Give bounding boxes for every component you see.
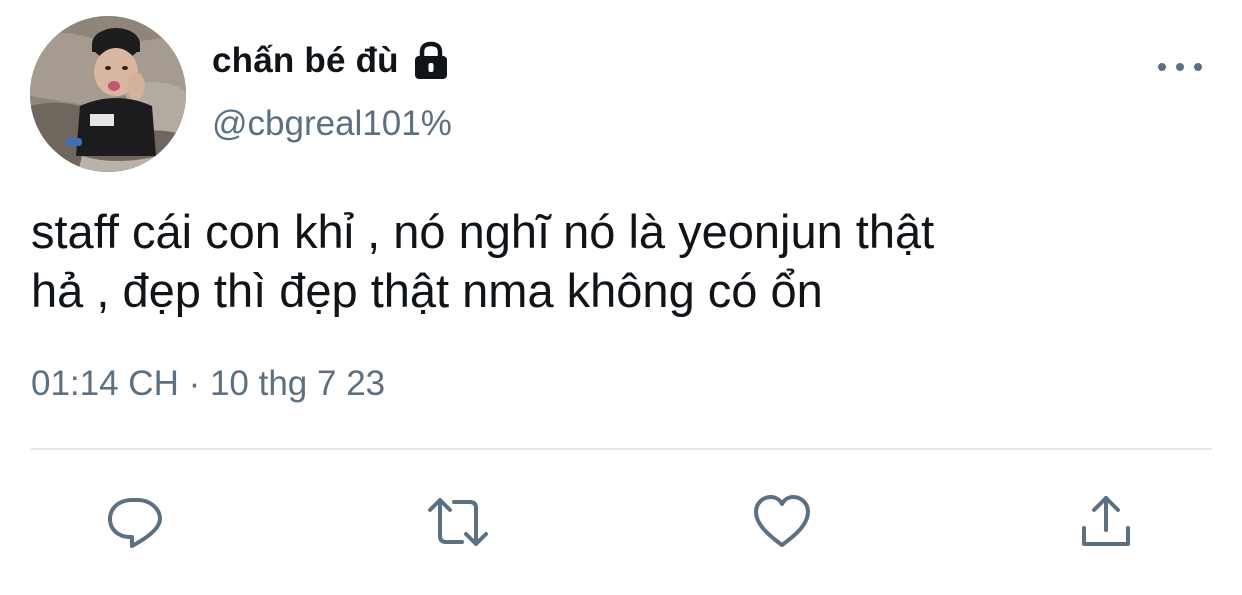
tweet-text: staff cái con khỉ , nó nghĩ nó là yeonju… (31, 205, 935, 317)
more-dot-icon (1194, 63, 1202, 71)
like-button[interactable] (750, 490, 814, 554)
tweet-detail: chấn bé đù @cbgreal101% staff cái con kh… (0, 0, 1242, 595)
lock-icon (411, 41, 451, 81)
more-dot-icon (1176, 63, 1184, 71)
reply-icon (108, 498, 162, 548)
reply-button[interactable] (103, 490, 167, 554)
heart-icon (754, 495, 810, 547)
more-dot-icon (1158, 63, 1166, 71)
share-button[interactable] (1074, 490, 1138, 554)
divider (31, 448, 1212, 450)
retweet-button[interactable] (426, 490, 490, 554)
retweet-icon (428, 498, 488, 546)
user-handle[interactable]: @cbgreal101% (212, 104, 452, 144)
display-name[interactable]: chấn bé đù (212, 41, 399, 81)
tweet-timestamp[interactable]: 01:14 CH · 10 thg 7 23 (31, 364, 385, 404)
share-icon (1082, 496, 1130, 546)
user-name-row: chấn bé đù (212, 36, 451, 86)
avatar-image (30, 16, 186, 172)
avatar[interactable] (30, 16, 186, 172)
more-options-button[interactable] (1158, 54, 1202, 80)
